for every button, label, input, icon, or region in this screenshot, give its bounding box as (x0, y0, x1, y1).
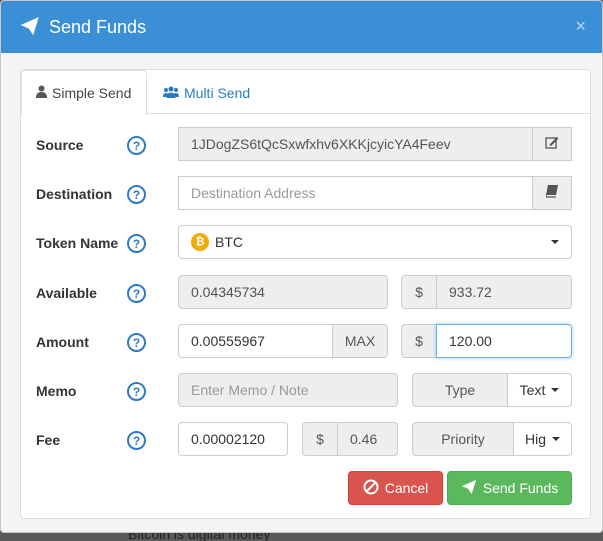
user-icon (36, 85, 52, 101)
source-value: 1JDogZS6tQcSxwfxhv6XKKjcyicYA4Feev (191, 136, 451, 152)
available-amount: 0.04345734 (191, 284, 265, 300)
paper-plane-icon (461, 479, 483, 498)
bitcoin-icon: ₿ (191, 233, 209, 251)
available-label: Available (36, 285, 97, 301)
send-funds-button[interactable]: Send Funds (447, 471, 572, 505)
token-value: BTC (215, 234, 243, 250)
chevron-down-icon (551, 388, 560, 392)
memo-type-label: Type (412, 373, 508, 407)
fee-priority-value: Hig (524, 431, 546, 447)
available-amount-field: 0.04345734 (178, 275, 388, 309)
tab-bar: Simple Send Multi Send (21, 70, 590, 115)
available-help-icon[interactable]: ? (127, 284, 146, 303)
edit-source-button[interactable] (532, 127, 572, 161)
token-selected: ₿ BTC (191, 233, 243, 251)
send-funds-label: Send Funds (482, 480, 559, 496)
edit-icon (545, 136, 559, 152)
book-icon (545, 185, 558, 201)
memo-placeholder: Enter Memo / Note (191, 382, 309, 398)
fee-priority-dropdown[interactable]: Hig (513, 422, 572, 456)
available-usd: 933.72 (449, 284, 492, 300)
destination-help-icon[interactable]: ? (127, 185, 146, 204)
fee-value: 0.00002120 (191, 431, 265, 447)
token-select[interactable]: ₿ BTC (178, 225, 572, 259)
source-field: 1JDogZS6tQcSxwfxhv6XKKjcyicYA4Feev (178, 127, 533, 161)
amount-usd-input[interactable]: 120.00 (436, 324, 572, 358)
source-label: Source (36, 137, 84, 153)
modal-title: Send Funds (49, 16, 147, 37)
max-button[interactable]: MAX (332, 324, 388, 358)
ban-icon (363, 479, 385, 498)
destination-placeholder: Destination Address (191, 185, 316, 201)
memo-help-icon[interactable]: ? (127, 382, 146, 401)
memo-type-dropdown[interactable]: Text (507, 373, 572, 407)
paper-plane-icon (20, 16, 39, 38)
token-label: Token Name (36, 235, 119, 251)
amount-value: 0.00555967 (191, 333, 265, 349)
address-book-button[interactable] (532, 176, 572, 210)
tab-simple-send[interactable]: Simple Send (21, 70, 147, 115)
users-icon (163, 85, 184, 101)
fee-usd: 0.46 (350, 431, 378, 447)
close-button[interactable]: × (575, 17, 586, 35)
token-help-icon[interactable]: ? (127, 234, 146, 253)
memo-label: Memo (36, 383, 77, 399)
cancel-label: Cancel (384, 480, 429, 496)
destination-label: Destination (36, 186, 113, 202)
fee-input[interactable]: 0.00002120 (178, 422, 288, 456)
send-panel: Simple Send Multi Send Source ? 1JDogZS6… (20, 69, 591, 519)
chevron-down-icon (551, 240, 559, 244)
fee-usd-field: 0.46 (337, 422, 398, 456)
amount-label: Amount (36, 334, 89, 350)
modal-header: Send Funds × (1, 1, 602, 53)
cancel-button[interactable]: Cancel (348, 471, 443, 505)
destination-input[interactable]: Destination Address (178, 176, 533, 210)
amount-currency: $ (401, 324, 437, 358)
memo-input[interactable]: Enter Memo / Note (178, 373, 398, 407)
tab-simple-send-label: Simple Send (52, 84, 132, 101)
fee-priority-label: Priority (412, 422, 514, 456)
amount-help-icon[interactable]: ? (127, 333, 146, 352)
tab-multi-send-label: Multi Send (184, 84, 251, 101)
source-help-icon[interactable]: ? (127, 136, 146, 155)
amount-usd: 120.00 (449, 333, 492, 349)
send-funds-modal: Send Funds × Simple Send Multi Send Sour… (0, 0, 603, 533)
fee-label: Fee (36, 432, 61, 448)
fee-help-icon[interactable]: ? (127, 431, 146, 450)
available-usd-field: 933.72 (436, 275, 572, 309)
chevron-down-icon (552, 437, 560, 441)
amount-input[interactable]: 0.00555967 (178, 324, 333, 358)
tab-multi-send[interactable]: Multi Send (149, 70, 264, 115)
fee-currency: $ (302, 422, 338, 456)
available-currency: $ (401, 275, 437, 309)
memo-type-value: Text (519, 382, 546, 398)
